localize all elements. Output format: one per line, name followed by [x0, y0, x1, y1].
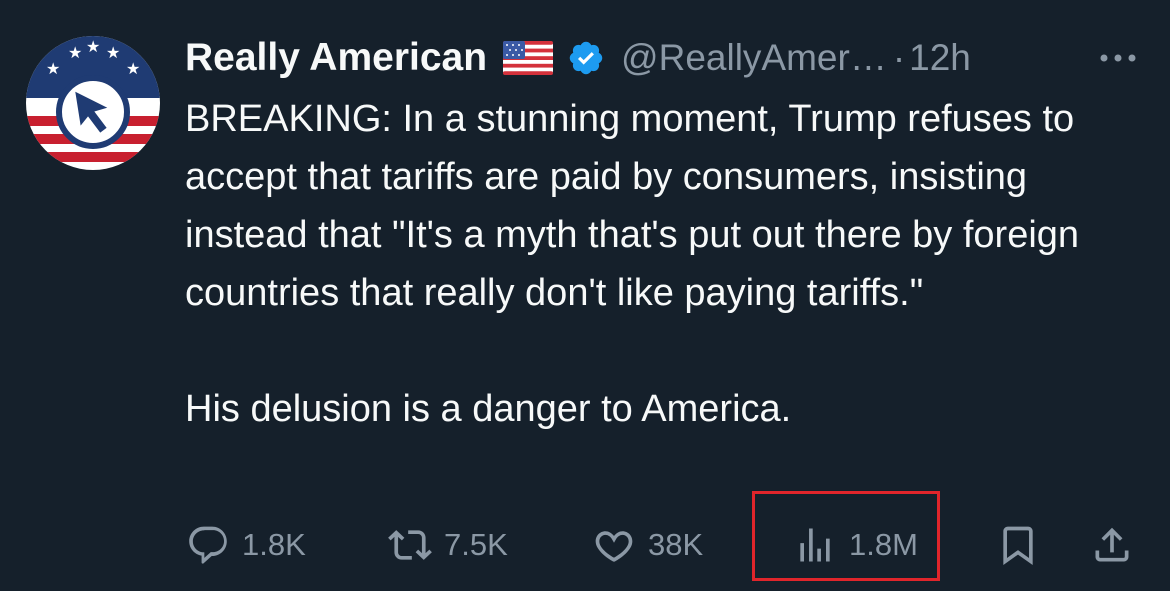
like-count: 38K — [648, 527, 704, 562]
views-button[interactable]: 1.8M — [793, 510, 918, 580]
reply-icon — [189, 526, 227, 564]
tweet-paragraph: BREAKING: In a stunning moment, Trump re… — [185, 98, 1080, 314]
svg-text:★: ★ — [126, 59, 140, 78]
reply-button[interactable]: 1.8K — [186, 510, 306, 580]
action-bar: 1.8K 7.5K 38K 1.8M — [0, 510, 1170, 580]
author-name[interactable]: Really American — [185, 36, 487, 80]
repost-count: 7.5K — [444, 527, 508, 562]
svg-text:★: ★ — [106, 43, 120, 62]
like-button[interactable]: 38K — [592, 510, 703, 580]
bookmark-icon — [1003, 526, 1033, 566]
author-handle[interactable]: @ReallyAmer… — [621, 37, 887, 79]
avatar[interactable]: ★ ★ ★ ★ ★ — [26, 36, 160, 170]
heart-icon — [595, 531, 633, 562]
bookmark-button[interactable] — [996, 510, 1040, 580]
reply-count: 1.8K — [242, 527, 306, 562]
repost-icon — [388, 530, 432, 560]
tweet-text: BREAKING: In a stunning moment, Trump re… — [185, 90, 1145, 438]
timestamp[interactable]: 12h — [909, 37, 971, 79]
views-count: 1.8M — [849, 527, 918, 562]
repost-button[interactable]: 7.5K — [388, 510, 508, 580]
views-chart-icon — [800, 528, 830, 562]
svg-text:★: ★ — [68, 43, 82, 62]
tweet-header: Really American @ReallyAmer… · 12h — [185, 30, 971, 86]
more-options-icon[interactable] — [1094, 40, 1142, 76]
share-button[interactable] — [1090, 510, 1134, 580]
svg-text:★: ★ — [86, 37, 100, 56]
verified-badge-icon[interactable] — [567, 39, 605, 77]
separator-dot: · — [892, 37, 906, 78]
share-icon — [1095, 527, 1129, 562]
us-flag-icon — [503, 41, 554, 75]
tweet-paragraph: His delusion is a danger to America. — [185, 388, 792, 430]
svg-text:★: ★ — [46, 59, 60, 78]
